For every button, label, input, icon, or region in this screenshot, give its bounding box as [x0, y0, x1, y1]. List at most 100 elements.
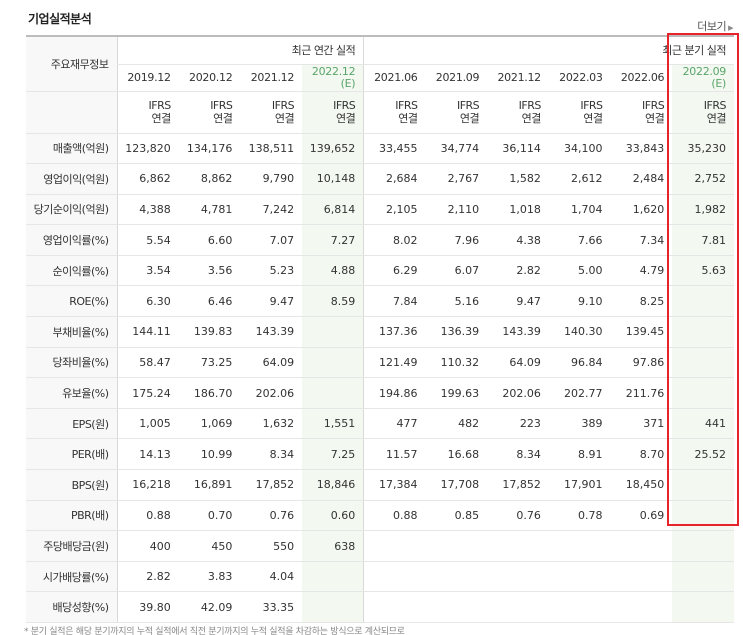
table-cell: 17,852 — [240, 469, 303, 501]
table-cell: 121.49 — [363, 347, 426, 379]
period-label: 2022.06 — [620, 71, 665, 84]
ifrs-header: IFRS 연결 — [610, 91, 673, 134]
table-cell: 8.91 — [548, 438, 611, 471]
table-cell: 186.70 — [178, 377, 241, 409]
row-label: 순이익률(%) — [26, 255, 118, 287]
table-cell — [487, 530, 549, 562]
table-cell: 34,774 — [425, 133, 488, 165]
table-row: EPS(원) 1,005 1,069 1,632 1,551 477 482 223 389 37… — [26, 408, 734, 440]
table-cell: 10,148 — [302, 163, 364, 195]
consolidated-label: 연결 — [706, 112, 727, 125]
period-header: 2022.12 (E) — [302, 64, 364, 92]
table-cell — [672, 500, 734, 532]
table-cell: 2,105 — [363, 194, 426, 226]
table-cell: 16,891 — [178, 469, 241, 501]
table-cell: 14.13 — [116, 438, 179, 471]
chevron-right-icon: ▶ — [728, 24, 733, 32]
ifrs-label: IFRS — [642, 99, 665, 112]
ifrs-label: IFRS — [148, 99, 172, 112]
table-cell: 202.77 — [548, 377, 611, 409]
table-cell: 33.35 — [240, 591, 303, 623]
table-cell — [425, 561, 488, 593]
table-cell: 0.76 — [240, 500, 303, 532]
table-cell: 16,218 — [116, 469, 179, 501]
consolidated-label: 연결 — [151, 112, 171, 125]
table-cell: 73.25 — [178, 347, 241, 379]
period-label: 2021.06 — [374, 71, 418, 84]
ifrs-label: IFRS — [210, 99, 233, 112]
table-cell: 7.81 — [672, 224, 734, 256]
table-cell: 638 — [302, 530, 364, 562]
table-cell — [363, 591, 426, 623]
table-cell: 6.29 — [363, 255, 426, 287]
table-cell: 175.24 — [116, 377, 179, 409]
period-label: 2021.12 — [250, 71, 295, 84]
table-cell: 0.60 — [302, 500, 364, 532]
table-cell: 2,110 — [425, 194, 488, 226]
table-cell: 0.88 — [116, 500, 179, 532]
table-row: 영업이익(억원) 6,862 8,862 9,790 10,148 2,684 2,767 1… — [26, 163, 734, 195]
table-cell: 17,384 — [363, 469, 426, 501]
ifrs-label: IFRS — [456, 99, 480, 112]
ifrs-label: IFRS — [518, 99, 542, 112]
table-cell: 7.66 — [548, 224, 611, 256]
table-cell: 6.07 — [425, 255, 488, 287]
ifrs-label: IFRS — [703, 99, 727, 112]
table-cell — [672, 285, 734, 318]
table-cell: 25.52 — [672, 438, 734, 471]
table-cell: 6.30 — [116, 285, 179, 318]
row-label: 당좌비율(%) — [26, 347, 118, 379]
table-cell: 2,612 — [548, 163, 611, 195]
table-cell — [487, 561, 549, 593]
table-cell: 137.36 — [363, 316, 426, 348]
more-link[interactable]: 더보기 ▶ — [697, 18, 733, 34]
table-cell: 211.76 — [610, 377, 673, 409]
ifrs-header: IFRS 연결 — [425, 91, 488, 134]
table-cell: 1,069 — [178, 408, 241, 440]
table-cell: 0.78 — [548, 500, 611, 532]
table-cell: 8.25 — [610, 285, 673, 318]
table-row: PBR(배) 0.88 0.70 0.76 0.60 0.88 0.85 0.76 0.78 0.… — [26, 500, 734, 532]
period-header: 2022.09 (E) — [672, 64, 734, 92]
table-cell: 482 — [425, 408, 488, 440]
table-cell: 199.63 — [425, 377, 488, 409]
table-cell: 0.70 — [178, 500, 241, 532]
table-cell: 35,230 — [672, 133, 734, 165]
table-cell: 7.84 — [363, 285, 426, 318]
row-label: 당기순이익(억원) — [26, 194, 118, 226]
table-cell: 18,450 — [610, 469, 673, 501]
table-cell: 18,846 — [302, 469, 364, 501]
table-cell: 96.84 — [548, 347, 611, 379]
table-cell — [548, 530, 611, 562]
row-label: PER(배) — [26, 438, 118, 471]
table-cell — [610, 530, 673, 562]
table-cell: 1,704 — [548, 194, 611, 226]
period-header: 2022.03 — [548, 64, 611, 92]
table-cell: 6.60 — [178, 224, 241, 256]
table-cell: 5.63 — [672, 255, 734, 287]
table-cell — [302, 347, 364, 379]
consolidated-label: 연결 — [583, 112, 603, 125]
table-row: PER(배) 14.13 10.99 8.34 7.25 11.57 16.68 8.34 8.… — [26, 438, 734, 471]
table-cell: 8.02 — [363, 224, 426, 256]
ifrs-header: IFRS 연결 — [240, 91, 303, 134]
table-cell: 7.07 — [240, 224, 303, 256]
section-title: 기업실적분석 — [28, 12, 92, 26]
table-cell: 7,242 — [240, 194, 303, 226]
table-cell: 8.59 — [302, 285, 364, 318]
table-cell: 64.09 — [240, 347, 303, 379]
table-cell: 134,176 — [178, 133, 241, 165]
table-cell: 3.54 — [116, 255, 179, 287]
table-cell: 139.45 — [610, 316, 673, 348]
ifrs-header: IFRS 연결 — [116, 91, 179, 134]
period-label: 2019.12 — [127, 71, 171, 84]
table-cell: 7.96 — [425, 224, 488, 256]
table-cell: 1,551 — [302, 408, 364, 440]
consolidated-label: 연결 — [521, 112, 542, 125]
row-label: 매출액(억원) — [26, 133, 118, 165]
more-label: 더보기 — [697, 20, 727, 33]
consolidated-label: 연결 — [213, 112, 233, 125]
table-cell: 1,582 — [487, 163, 549, 195]
table-cell: 58.47 — [116, 347, 179, 379]
period-header: 2022.06 — [610, 64, 673, 92]
